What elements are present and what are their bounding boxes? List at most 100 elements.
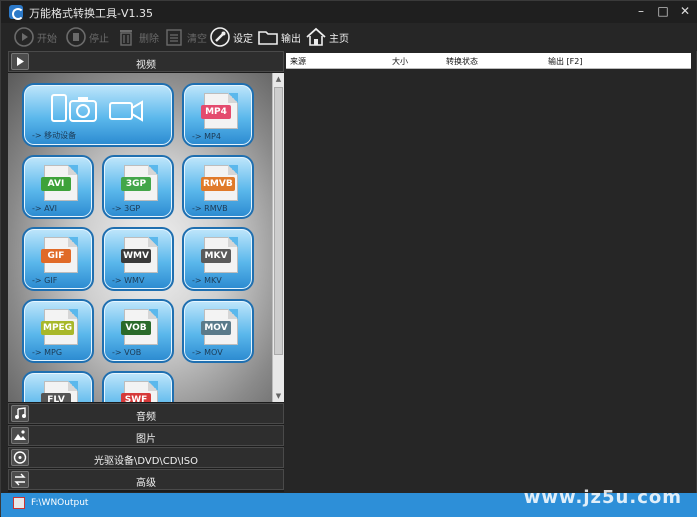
file-icon: VOB	[121, 309, 158, 345]
section-audio[interactable]: 音频	[8, 403, 284, 424]
tile-mobile-device[interactable]: -> 移动设备	[22, 83, 174, 147]
format-badge: FLV	[41, 393, 71, 402]
tile-mpg[interactable]: MPEG -> MPG	[22, 299, 94, 363]
format-badge: MKV	[201, 249, 231, 263]
settings-label: 设定	[233, 33, 253, 45]
file-icon: FLV	[41, 381, 78, 402]
tile-avi[interactable]: AVI -> AVI	[22, 155, 94, 219]
maximize-icon[interactable]: □	[654, 3, 672, 19]
format-grid: -> 移动设备 MP4 -> MP4 AVI -> AVI 3GP -> 3GP	[8, 73, 272, 402]
window-title: 万能格式转换工具-V1.35	[29, 7, 153, 20]
tile-mov[interactable]: MOV -> MOV	[182, 299, 254, 363]
format-badge: WMV	[121, 249, 151, 263]
grid-scrollbar[interactable]: ▲ ▼	[272, 73, 284, 402]
tile-flv[interactable]: FLV	[22, 371, 94, 402]
output-folder-button[interactable]: 输出	[257, 25, 301, 49]
tile-label: -> WMV	[112, 276, 145, 285]
format-badge: MOV	[201, 321, 231, 335]
format-badge: MPEG	[41, 321, 75, 335]
close-icon[interactable]: ✕	[676, 3, 694, 19]
file-icon: WMV	[121, 237, 158, 273]
tile-mp4[interactable]: MP4 -> MP4	[182, 83, 254, 147]
column-output[interactable]: 输出 [F2]	[548, 56, 582, 67]
tile-rmvb[interactable]: RMVB -> RMVB	[182, 155, 254, 219]
clear-label: 清空	[187, 33, 207, 45]
section-image-label: 图片	[136, 434, 156, 445]
file-icon: AVI	[41, 165, 78, 201]
toolbar: 开始 停止 删除 清空 设定 输出 主页	[1, 23, 697, 51]
stop-button[interactable]: 停止	[65, 25, 109, 49]
delete-button[interactable]: 删除	[115, 25, 159, 49]
clear-list-icon	[166, 29, 182, 46]
file-icon: SWF	[121, 381, 158, 402]
scroll-down-arrow-icon[interactable]: ▼	[273, 390, 284, 402]
section-image[interactable]: 图片	[8, 425, 284, 446]
clear-button[interactable]: 清空	[163, 25, 207, 49]
home-icon	[306, 27, 326, 46]
minimize-icon[interactable]: –	[632, 3, 650, 19]
scroll-thumb[interactable]	[274, 87, 283, 355]
tile-label: -> RMVB	[192, 204, 228, 213]
section-audio-label: 音频	[136, 412, 156, 423]
tile-mkv[interactable]: MKV -> MKV	[182, 227, 254, 291]
section-disc[interactable]: 光驱设备\DVD\CD\ISO	[8, 447, 284, 468]
format-badge: RMVB	[201, 177, 235, 191]
file-icon: MKV	[201, 237, 238, 273]
stop-label: 停止	[89, 33, 109, 45]
tile-label: -> 移动设备	[32, 131, 77, 140]
tile-label: -> AVI	[32, 204, 57, 213]
tile-label: -> GIF	[32, 276, 58, 285]
column-source[interactable]: 来源	[290, 56, 306, 67]
tile-wmv[interactable]: WMV -> WMV	[102, 227, 174, 291]
section-video[interactable]: 视频	[8, 51, 284, 72]
window-controls: – □ ✕	[632, 3, 694, 19]
format-badge: GIF	[41, 249, 71, 263]
output-path[interactable]: F:\WNOutput	[31, 498, 88, 508]
app-window: 万能格式转换工具-V1.35 – □ ✕ 开始 停止 删除 清空 设定 输出 主…	[0, 0, 697, 517]
section-video-label: 视频	[136, 60, 156, 71]
column-size[interactable]: 大小	[392, 56, 408, 67]
list-header: 来源 大小 转换状态 输出 [F2]	[286, 53, 691, 69]
tile-vob[interactable]: VOB -> VOB	[102, 299, 174, 363]
format-badge: 3GP	[121, 177, 151, 191]
wrench-icon	[210, 27, 230, 47]
start-label: 开始	[37, 33, 57, 45]
scroll-up-arrow-icon[interactable]: ▲	[273, 73, 284, 85]
tile-label: -> MP4	[192, 132, 221, 141]
start-button[interactable]: 开始	[13, 25, 57, 49]
output-folder-icon[interactable]	[13, 497, 25, 509]
tile-label: -> 3GP	[112, 204, 141, 213]
tile-gif[interactable]: GIF -> GIF	[22, 227, 94, 291]
trash-icon	[120, 30, 132, 46]
delete-label: 删除	[139, 33, 159, 45]
output-label: 输出	[281, 33, 301, 45]
settings-button[interactable]: 设定	[209, 25, 253, 49]
file-icon: MP4	[201, 93, 238, 129]
file-icon: MPEG	[41, 309, 78, 345]
file-icon: MOV	[201, 309, 238, 345]
category-panel: 视频 -> 移动设备 MP4 -> MP4 AVI -> AVI 3GP -> …	[8, 51, 284, 492]
section-disc-label: 光驱设备\DVD\CD\ISO	[93, 456, 199, 467]
watermark: www.jz5u.com	[523, 487, 682, 508]
file-icon: 3GP	[121, 165, 158, 201]
tile-3gp[interactable]: 3GP -> 3GP	[102, 155, 174, 219]
format-badge: VOB	[121, 321, 151, 335]
mobile-device-icon	[51, 94, 143, 122]
folder-icon	[258, 31, 278, 45]
app-logo-icon	[9, 5, 24, 20]
tile-label: -> MKV	[192, 276, 222, 285]
section-advanced[interactable]: 高级	[8, 469, 284, 490]
play-icon	[14, 27, 34, 47]
column-status[interactable]: 转换状态	[446, 56, 478, 67]
stop-icon	[66, 27, 86, 47]
conversion-list[interactable]: 来源 大小 转换状态 输出 [F2]	[286, 51, 691, 492]
format-badge: SWF	[121, 393, 151, 402]
tile-label: -> VOB	[112, 348, 142, 357]
tile-label: -> MOV	[192, 348, 223, 357]
format-badge: MP4	[201, 105, 231, 119]
home-button[interactable]: 主页	[305, 25, 349, 49]
home-label: 主页	[329, 33, 349, 45]
tile-label: -> MPG	[32, 348, 63, 357]
format-badge: AVI	[41, 177, 71, 191]
tile-swf[interactable]: SWF	[102, 371, 174, 402]
